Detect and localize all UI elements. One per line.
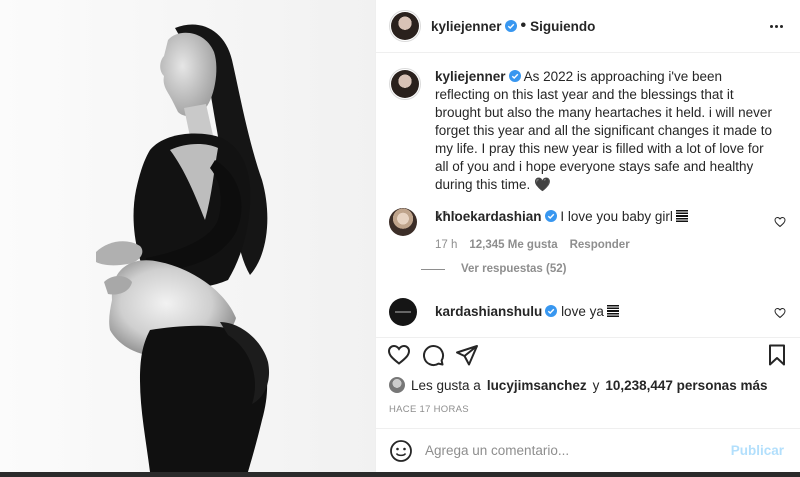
avatar[interactable] [391,70,419,98]
flag-emoji-icon [606,305,619,318]
comment-username[interactable]: kardashianshulu [435,304,542,319]
replies-divider [421,268,445,270]
window-bottom-edge [0,472,800,477]
bookmark-icon[interactable] [765,343,789,367]
author-username[interactable]: kyliejenner [431,19,502,34]
comments-list[interactable]: kyliejenner As 2022 is approaching i've … [376,53,800,337]
comment-like-icon[interactable] [774,216,786,228]
post-timestamp[interactable]: HACE 17 HORAS [389,404,469,415]
verified-badge-icon [544,210,557,222]
post-photo[interactable] [0,0,376,472]
flag-emoji-icon [675,210,688,223]
verified-badge-icon [504,20,517,32]
caption: kyliejenner As 2022 is approaching i've … [389,68,775,226]
header-separator: • [520,17,527,34]
maternity-photo [0,0,375,472]
action-bar [376,337,800,367]
view-replies-label: Ver respuestas (52) [461,263,567,275]
post-side-panel: kyliejenner • Siguiendo kyliejenner As 2… [376,0,800,472]
avatar[interactable] [389,208,417,236]
heart-icon[interactable] [387,343,411,367]
likes-prefix: Les gusta a [411,377,481,393]
emoji-icon[interactable] [389,439,413,463]
publish-button[interactable]: Publicar [731,443,784,458]
comment-icon[interactable] [421,343,445,367]
avatar[interactable] [391,12,419,40]
comment-text: love ya [561,304,604,319]
avatar[interactable] [389,298,417,326]
verified-badge-icon [508,70,521,82]
likes-summary: Les gusta a lucyjimsanchez y 10,238,447 … [389,377,767,393]
instagram-post: kyliejenner • Siguiendo kyliejenner As 2… [0,0,800,472]
author-avatar-ring[interactable] [389,10,421,42]
caption-avatar-ring[interactable] [389,68,421,100]
comment-username[interactable]: khloekardashian [435,209,542,224]
comment-like-icon[interactable] [774,307,786,319]
liker-avatar[interactable] [389,377,405,393]
comment-item: kardashianshulu love ya [389,298,775,326]
likes-count[interactable]: 10,238,447 personas más [605,378,767,393]
verified-badge-icon [545,305,558,317]
caption-username[interactable]: kyliejenner [435,69,506,84]
following-button[interactable]: Siguiendo [530,19,595,34]
post-header: kyliejenner • Siguiendo [376,0,800,53]
more-options-icon[interactable] [768,18,784,34]
comment-text: I love you baby girl [560,209,673,224]
share-icon[interactable] [455,343,479,367]
comment-time[interactable]: 17 h [435,236,457,254]
comment-likes[interactable]: 12,345 Me gusta [469,236,557,254]
comment-item: khloekardashian I love you baby girl 17 … [389,208,775,254]
caption-text: As 2022 is approaching i've been reflect… [435,69,772,192]
add-comment-bar: Agrega un comentario... Publicar [376,428,800,472]
comment-input[interactable]: Agrega un comentario... [425,443,731,458]
liker-username[interactable]: lucyjimsanchez [487,378,587,393]
likes-conjunction: y [592,377,600,393]
reply-button[interactable]: Responder [570,236,630,254]
view-replies-button[interactable]: Ver respuestas (52) [421,263,566,275]
